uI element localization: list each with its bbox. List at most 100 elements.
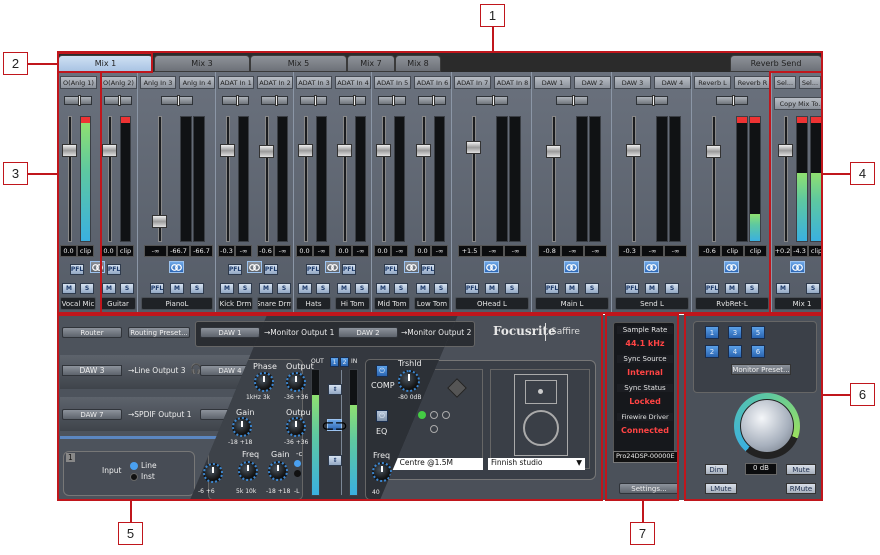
fader-handle[interactable] — [62, 144, 77, 157]
fader-handle[interactable] — [626, 144, 641, 157]
solo-button[interactable]: S — [316, 283, 330, 294]
lmute-button[interactable]: LMute — [705, 483, 737, 494]
monitor-preset-3[interactable]: 3 — [728, 326, 742, 339]
fader-handle[interactable] — [337, 144, 352, 157]
pan-slider[interactable] — [64, 95, 92, 106]
link-icon[interactable] — [564, 261, 579, 273]
monitor-preset-4[interactable]: 4 — [728, 345, 742, 358]
pan-slider[interactable] — [104, 95, 132, 106]
link-icon[interactable] — [325, 261, 340, 273]
channel-name[interactable]: Low Tom — [414, 297, 450, 310]
pan-slider[interactable] — [556, 95, 588, 106]
rmute-button[interactable]: RMute — [786, 483, 816, 494]
pfl-button[interactable]: PFL — [306, 264, 320, 275]
route-source-daw3[interactable]: DAW 3 — [62, 365, 122, 376]
eq-power-icon[interactable]: ⏻ — [376, 410, 388, 422]
route-source-daw2[interactable]: DAW 2 — [338, 327, 398, 338]
pfl-button[interactable]: PFL — [150, 283, 164, 294]
comp-power-icon[interactable]: ⏻ — [376, 365, 388, 377]
channel-name[interactable]: RvbRet-L — [695, 297, 769, 310]
monitor-preset-2[interactable]: 2 — [705, 345, 719, 358]
link-icon[interactable] — [724, 261, 739, 273]
mute-button[interactable]: M — [298, 283, 312, 294]
input-select-header[interactable]: Anlg In 3 — [140, 76, 176, 89]
link-icon[interactable] — [247, 261, 262, 273]
solo-button[interactable]: S — [585, 283, 599, 294]
pfl-button[interactable]: PFL — [70, 264, 84, 275]
mute-button[interactable]: M — [337, 283, 351, 294]
dim-button[interactable]: Dim — [705, 464, 728, 475]
input-select-header[interactable]: Reverb R — [734, 76, 771, 89]
input-select-header[interactable]: Anlg In 4 — [179, 76, 215, 89]
mute-button[interactable]: M — [776, 283, 790, 294]
route-source-daw1[interactable]: DAW 1 — [200, 327, 260, 338]
solo-button[interactable]: S — [190, 283, 204, 294]
fader-handle[interactable] — [778, 144, 793, 157]
input-select-header[interactable]: ADAT In 5 — [374, 76, 411, 89]
link-icon[interactable] — [90, 261, 105, 273]
solo-button[interactable]: S — [394, 283, 408, 294]
solo-button[interactable]: S — [665, 283, 679, 294]
input-select-header[interactable]: ADAT In 6 — [414, 76, 451, 89]
solo-button[interactable]: S — [277, 283, 291, 294]
hp-switch-off[interactable] — [294, 470, 301, 477]
solo-button[interactable]: S — [120, 283, 134, 294]
fader-handle[interactable] — [102, 144, 117, 157]
channel-name[interactable]: OHead L — [455, 297, 529, 310]
monitor-preset-button[interactable]: Monitor Preset... — [731, 364, 791, 375]
pfl-button[interactable]: PFL — [545, 283, 559, 294]
mute-button[interactable]: M — [376, 283, 390, 294]
input-select-header[interactable]: O(Anlg 1) — [60, 76, 97, 89]
gain2-knob[interactable] — [268, 461, 288, 481]
input-select-header[interactable]: ADAT In 1 — [218, 76, 254, 89]
pan-slider[interactable] — [636, 95, 668, 106]
pfl-button[interactable]: PFL — [465, 283, 479, 294]
solo-button[interactable]: S — [238, 283, 252, 294]
link-icon[interactable] — [644, 261, 659, 273]
pfl-button[interactable]: PFL — [384, 264, 398, 275]
pan-slider[interactable] — [378, 95, 406, 106]
tab-mix-3[interactable]: Mix 3 — [154, 55, 250, 72]
fader-handle[interactable] — [466, 140, 481, 154]
mute-button[interactable]: M — [259, 283, 273, 294]
link-icon[interactable] — [404, 261, 419, 273]
channel-name[interactable]: Main L — [535, 297, 609, 310]
tab-reverb-send[interactable]: Reverb Send — [730, 55, 822, 72]
pfl-button[interactable]: PFL — [625, 283, 639, 294]
input-select-header[interactable]: O(Anlg 2) — [100, 76, 137, 89]
fader-handle[interactable] — [376, 144, 391, 157]
fader-handle[interactable] — [706, 145, 721, 159]
fader-handle[interactable] — [259, 145, 274, 159]
route-source-daw7[interactable]: DAW 7 — [62, 409, 122, 420]
link-icon[interactable]: ⊂⊃ — [321, 416, 348, 435]
channel-name[interactable]: Hi Tom — [335, 297, 370, 310]
channel-name[interactable]: PianoL — [141, 297, 213, 310]
mute-button[interactable]: M — [102, 283, 116, 294]
phase-knob[interactable] — [254, 372, 274, 392]
monitor-volume-knob[interactable] — [740, 399, 794, 453]
tab-mix-7[interactable]: Mix 7 — [347, 55, 395, 72]
link-icon[interactable] — [790, 261, 805, 273]
mute-button[interactable]: M — [565, 283, 579, 294]
copy-mix-to-button[interactable]: Copy Mix To... — [774, 97, 822, 110]
tab-mix-8[interactable]: Mix 8 — [395, 55, 441, 72]
settings-button[interactable]: Settings... — [619, 483, 679, 494]
solo-button[interactable]: S — [505, 283, 519, 294]
pan-slider[interactable] — [161, 95, 193, 106]
input-select-header[interactable]: ADAT In 8 — [494, 76, 531, 89]
inst-radio[interactable] — [130, 473, 138, 481]
fader-handle[interactable] — [298, 144, 313, 157]
output-knob[interactable] — [286, 372, 306, 392]
mute-button[interactable]: M — [170, 283, 184, 294]
pfl-button[interactable]: PFL — [421, 264, 435, 275]
link-icon[interactable] — [484, 261, 499, 273]
pfl-button[interactable]: PFL — [228, 264, 242, 275]
pan-slider[interactable] — [300, 95, 327, 106]
up-down-arrow-icon-2[interactable]: ⇕ — [328, 455, 342, 466]
input-select-header[interactable]: ADAT In 2 — [257, 76, 293, 89]
input-select-header[interactable]: Reverb L — [694, 76, 731, 89]
mute-button[interactable]: M — [645, 283, 659, 294]
channel-1-button[interactable]: 1 — [330, 357, 339, 367]
solo-button[interactable]: S — [434, 283, 448, 294]
fader-handle[interactable] — [416, 144, 431, 157]
